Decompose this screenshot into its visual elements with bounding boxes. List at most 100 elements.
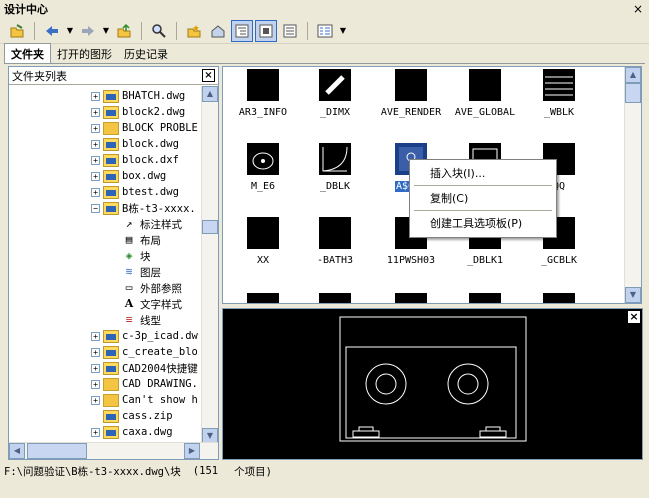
block-thumbnail	[543, 69, 575, 101]
status-count: (151	[192, 465, 219, 477]
status-path: F:\问题验证\B栋-t3-xxxx.dwg\块	[4, 465, 181, 478]
tree-item[interactable]: + CAD DRAWING.	[91, 376, 198, 392]
folder-tree-header: 文件夹列表 ×	[9, 67, 218, 85]
tree-item-expanded[interactable]: − B栋-t3-xxxx.	[91, 200, 196, 216]
tree-item-linetypes[interactable]: ≡ 线型	[121, 312, 161, 328]
block-item[interactable]: M_E6	[223, 143, 303, 192]
up-icon[interactable]	[113, 20, 135, 42]
search-icon[interactable]	[148, 20, 170, 42]
expand-icon[interactable]: +	[91, 427, 100, 437]
preview-close-button[interactable]: ×	[627, 310, 641, 324]
tree-item[interactable]: + btest.dwg	[91, 184, 179, 200]
back-dropdown-icon[interactable]: ▼	[65, 26, 75, 35]
expand-icon[interactable]: +	[91, 379, 100, 389]
tree-item-dimstyle[interactable]: ↗ 标注样式	[121, 216, 182, 232]
views-icon[interactable]	[314, 20, 336, 42]
tree-item-layout[interactable]: ▤ 布局	[121, 232, 161, 248]
menu-item-insert-block[interactable]: 插入块(I)...	[412, 162, 554, 184]
home-icon[interactable]	[207, 20, 229, 42]
tree-item-textstyles[interactable]: A 文字样式	[121, 296, 182, 312]
expand-icon[interactable]: +	[91, 347, 100, 357]
linetype-icon: ≡	[125, 313, 133, 326]
tree-item[interactable]: + BLOCK PROBLE	[91, 120, 198, 136]
expand-icon[interactable]: +	[91, 331, 100, 341]
scroll-left-icon[interactable]: ◀	[9, 443, 25, 459]
block-icon: ◈	[125, 249, 133, 262]
dwg-file-icon	[103, 345, 119, 359]
tree-item[interactable]: + BHATCH.dwg	[91, 88, 185, 104]
xref-icon: ▭	[125, 281, 133, 294]
block-item[interactable]: AVE_GLOBAL	[445, 69, 525, 118]
tree-item[interactable]: + Can't show h	[91, 392, 198, 408]
block-item[interactable]: AVE_RENDER	[371, 69, 451, 118]
window-close-button[interactable]: ×	[633, 2, 643, 16]
expand-icon[interactable]: +	[91, 395, 100, 405]
folder-tree-close-button[interactable]: ×	[202, 69, 215, 82]
collapse-icon[interactable]: −	[91, 203, 100, 213]
tree-item[interactable]: + CAD2004快捷键	[91, 360, 198, 376]
menu-item-create-tool-palette[interactable]: 创建工具选项板(P)	[412, 212, 554, 234]
forward-dropdown-icon[interactable]: ▼	[101, 26, 111, 35]
preview-icon[interactable]	[255, 19, 277, 42]
scroll-down-icon[interactable]: ▼	[625, 287, 641, 303]
folder-icon	[103, 393, 119, 407]
menu-item-copy[interactable]: 复制(C)	[412, 187, 554, 209]
tree-item[interactable]: + c_create_blo	[91, 344, 198, 360]
scroll-thumb[interactable]	[625, 83, 641, 103]
tree-item-blocks[interactable]: ◈ 块	[121, 248, 151, 264]
dwg-file-icon	[103, 425, 119, 439]
zip-file-icon	[103, 409, 119, 423]
back-icon[interactable]	[41, 20, 63, 42]
scroll-up-icon[interactable]: ▲	[625, 67, 641, 83]
expand-icon[interactable]: +	[91, 123, 100, 133]
tab-history[interactable]: 历史记录	[118, 44, 174, 64]
tree-item[interactable]: + block.dwg	[91, 136, 179, 152]
tree-item[interactable]: + caxa.dwg	[91, 424, 173, 440]
dwg-file-icon	[103, 105, 119, 119]
expand-icon[interactable]: +	[91, 107, 100, 117]
block-item[interactable]: _WBLK	[519, 69, 599, 118]
layers-icon: ≋	[125, 265, 133, 278]
block-thumbnail-partial	[469, 293, 501, 303]
scroll-thumb[interactable]	[27, 443, 87, 459]
folder-tree[interactable]: + BHATCH.dwg + block2.dwg + BLOCK PROBLE + b…	[9, 86, 201, 444]
tab-folders[interactable]: 文件夹	[4, 43, 51, 64]
expand-icon[interactable]: +	[91, 363, 100, 373]
tree-item[interactable]: + box.dwg	[91, 168, 166, 184]
scroll-thumb[interactable]	[202, 220, 218, 234]
block-item[interactable]: AR3_INFO	[223, 69, 303, 118]
expand-icon[interactable]: +	[91, 187, 100, 197]
scroll-right-icon[interactable]: ▶	[184, 443, 200, 459]
tree-vertical-scrollbar[interactable]: ▲ ▼	[201, 86, 218, 444]
toolbar: ▼ ▼ ▼	[0, 18, 649, 44]
tree-item-layers[interactable]: ≋ 图层	[121, 264, 161, 280]
expand-icon[interactable]: +	[91, 155, 100, 165]
block-thumbnail	[395, 69, 427, 101]
dwg-file-icon	[103, 89, 119, 103]
palette-vertical-scrollbar[interactable]: ▲ ▼	[624, 67, 641, 303]
dxf-file-icon	[103, 153, 119, 167]
tree-item[interactable]: cass.zip	[103, 408, 173, 424]
tree-horizontal-scrollbar[interactable]: ◀ ▶	[9, 442, 218, 459]
tree-item[interactable]: + block2.dwg	[91, 104, 185, 120]
scroll-up-icon[interactable]: ▲	[202, 86, 218, 102]
block-preview-pane: ×	[222, 308, 643, 460]
tab-open-drawings[interactable]: 打开的图形	[51, 44, 118, 64]
window-title: 设计中心	[4, 3, 48, 16]
tree-toggle-icon[interactable]	[231, 19, 253, 42]
block-item[interactable]: _DBLK	[295, 143, 375, 192]
expand-icon[interactable]: +	[91, 171, 100, 181]
block-item[interactable]: _DIMX	[295, 69, 375, 118]
load-icon[interactable]	[6, 20, 28, 42]
forward-icon[interactable]	[77, 20, 99, 42]
tree-item-xrefs[interactable]: ▭ 外部参照	[121, 280, 182, 296]
block-item[interactable]: XX	[223, 217, 303, 266]
views-dropdown-icon[interactable]: ▼	[338, 26, 348, 35]
tree-item[interactable]: + c-3p_icad.dw	[91, 328, 198, 344]
block-item[interactable]: -BATH3	[295, 217, 375, 266]
favorites-icon[interactable]	[183, 20, 205, 42]
expand-icon[interactable]: +	[91, 139, 100, 149]
description-icon[interactable]	[279, 20, 301, 42]
expand-icon[interactable]: +	[91, 91, 100, 101]
tree-item[interactable]: + block.dxf	[91, 152, 179, 168]
